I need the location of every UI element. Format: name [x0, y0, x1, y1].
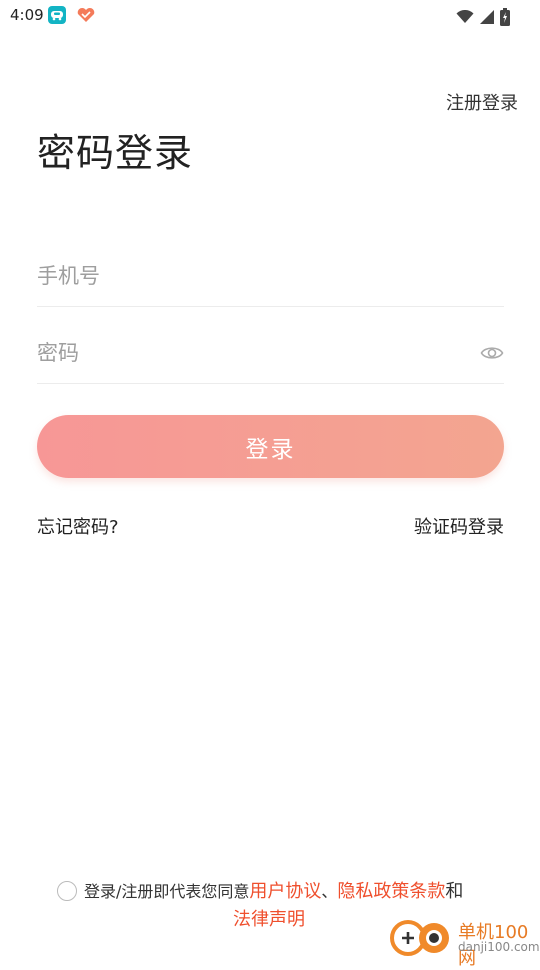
watermark-logo: [390, 920, 449, 956]
password-input[interactable]: [37, 323, 457, 383]
status-bar: 4:09: [0, 0, 540, 32]
agreement-line-1: 登录/注册即代表您同意用户协议、隐私政策条款和: [84, 878, 463, 906]
legal-statement-link[interactable]: 法律声明: [233, 909, 305, 930]
phone-field: [37, 246, 504, 307]
eye-icon[interactable]: [480, 341, 504, 365]
sms-login-link[interactable]: 验证码登录: [414, 513, 504, 539]
page-title: 密码登录: [37, 131, 194, 175]
privacy-policy-link[interactable]: 隐私政策条款: [337, 881, 445, 902]
agreement-separator: 、: [321, 882, 338, 901]
phone-input[interactable]: [37, 246, 457, 306]
app-icon: [48, 6, 66, 24]
forgot-password-link[interactable]: 忘记密码?: [37, 513, 119, 539]
battery-icon: [500, 7, 510, 26]
user-agreement-link[interactable]: 用户协议: [249, 881, 321, 902]
watermark: 单机100网 danji100.com: [390, 912, 540, 969]
password-field: [37, 323, 504, 384]
agree-checkbox[interactable]: [57, 881, 77, 901]
status-time: 4:09: [10, 6, 44, 24]
signal-icon: [479, 9, 494, 24]
login-button[interactable]: 登录: [37, 415, 504, 478]
register-login-link[interactable]: 注册登录: [446, 89, 518, 115]
agreement-prefix: 登录/注册即代表您同意: [84, 882, 250, 901]
heart-icon: [76, 7, 96, 23]
status-icons: [456, 6, 510, 26]
wifi-icon: [456, 9, 474, 23]
watermark-site-url: danji100.com: [458, 940, 540, 954]
agreement-and: 和: [445, 881, 464, 902]
agreement-line-2: 法律声明: [233, 906, 305, 934]
